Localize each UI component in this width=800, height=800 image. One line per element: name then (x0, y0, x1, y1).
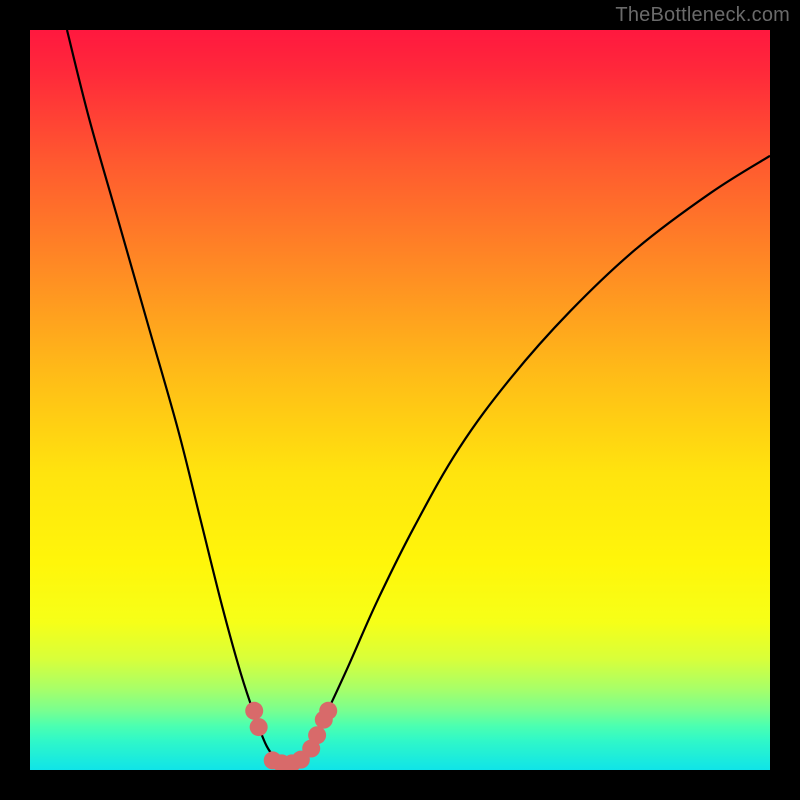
curve-marker (319, 702, 337, 720)
curve-marker (308, 726, 326, 744)
watermark-text: TheBottleneck.com (615, 4, 790, 27)
plot-area (30, 30, 770, 770)
curve-marker (250, 718, 268, 736)
bottleneck-curve-path (67, 30, 770, 764)
chart-svg (30, 30, 770, 770)
curve-markers (245, 702, 337, 770)
chart-frame: TheBottleneck.com (0, 0, 800, 800)
curve-marker (245, 702, 263, 720)
